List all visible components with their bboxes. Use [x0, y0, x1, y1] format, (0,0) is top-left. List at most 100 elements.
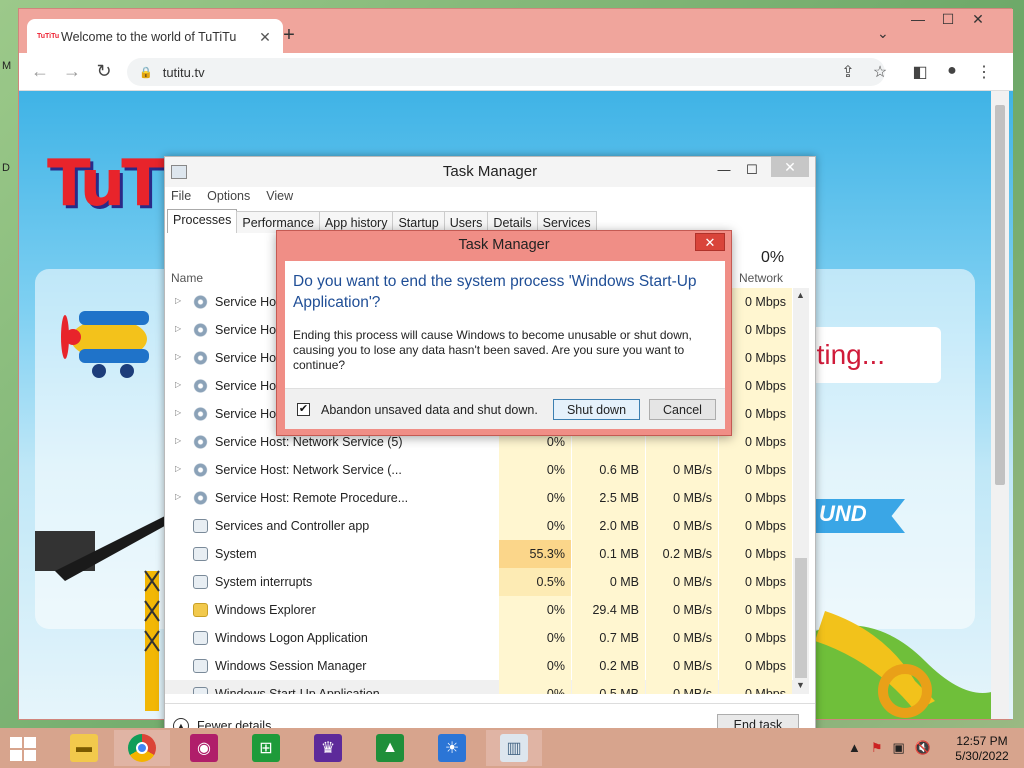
disk-cell: 0 MB/s	[646, 652, 718, 680]
chrome-icon[interactable]	[114, 730, 170, 766]
ribbon-banner: UND	[809, 499, 905, 533]
menu-options[interactable]: Options	[207, 189, 250, 203]
process-name: Windows Session Manager	[215, 659, 367, 673]
table-row[interactable]: ▷ Service Host: Network Service (... 0% 0.6…	[165, 456, 793, 484]
network-icon[interactable]: ▣	[893, 740, 905, 756]
service-gear-icon	[193, 295, 208, 309]
disk-cell: 0 MB/s	[646, 680, 718, 694]
cancel-button[interactable]: Cancel	[649, 399, 716, 420]
disk-cell: 0 MB/s	[646, 568, 718, 596]
volume-muted-icon[interactable]: 🔇	[915, 740, 931, 756]
dialog-close-button[interactable]: ✕	[695, 233, 725, 251]
table-row[interactable]: Windows Session Manager 0% 0.2 MB 0 MB/s 0 M…	[165, 652, 793, 680]
abandon-data-label[interactable]: Abandon unsaved data and shut down.	[321, 403, 538, 417]
network-cell: 0 Mbps	[719, 540, 792, 568]
file-explorer-icon[interactable]: ▬	[56, 730, 112, 766]
task-manager-icon	[171, 165, 187, 179]
expand-chevron-icon[interactable]: ▷	[175, 324, 181, 333]
back-icon[interactable]: ←	[29, 61, 51, 82]
tab-processes[interactable]: Processes	[167, 209, 238, 233]
expand-chevron-icon[interactable]: ▷	[175, 408, 181, 417]
app-window-icon	[193, 575, 208, 589]
column-name-header[interactable]: Name	[171, 271, 203, 285]
task-manager-taskbar-icon[interactable]: ▥	[486, 730, 542, 766]
menu-file[interactable]: File	[171, 189, 191, 203]
column-network-header[interactable]: Network	[739, 271, 783, 285]
expand-chevron-icon[interactable]: ▷	[175, 464, 181, 473]
disk-cell: 0 MB/s	[646, 624, 718, 652]
cpu-cell: 0%	[499, 596, 571, 624]
cpu-cell: 0%	[499, 484, 571, 512]
side-panel-icon[interactable]: ◧	[909, 62, 931, 82]
scroll-up-icon[interactable]: ▲	[796, 290, 805, 300]
store-icon[interactable]: ⊞	[238, 730, 294, 766]
disk-cell: 0 MB/s	[646, 484, 718, 512]
camera-app-icon[interactable]: ◉	[176, 730, 232, 766]
page-scrollbar[interactable]	[991, 91, 1009, 719]
tm-maximize-button[interactable]: ☐	[737, 159, 767, 181]
table-row[interactable]: ▷ Service Host: Remote Procedure... 0% 2.5 …	[165, 484, 793, 512]
new-tab-button[interactable]: +	[277, 24, 301, 47]
scroll-down-icon[interactable]: ▼	[796, 680, 805, 690]
cpu-cell: 0%	[499, 652, 571, 680]
tm-close-button[interactable]: ✕	[771, 157, 809, 177]
windows-start-icon[interactable]	[10, 737, 38, 761]
process-list-scrollbar[interactable]: ▲ ▼	[793, 288, 809, 694]
close-tab-icon[interactable]: ✕	[257, 29, 273, 46]
minimize-button[interactable]: —	[903, 11, 933, 27]
browser-toolbar: ← → ↻ 🔒 tutitu.tv ⇪ ☆ ◧ ● ⋮	[19, 53, 1013, 91]
lock-icon: 🔒	[139, 66, 153, 79]
table-row[interactable]: Windows Explorer 0% 29.4 MB 0 MB/s 0 Mbps	[165, 596, 793, 624]
network-cell: 0 Mbps	[719, 624, 792, 652]
app-window-icon	[193, 659, 208, 673]
weather-app-icon[interactable]: ☀	[424, 730, 480, 766]
menu-view[interactable]: View	[266, 189, 293, 203]
service-gear-icon	[193, 463, 208, 477]
tray-up-arrow-icon[interactable]: ▲	[848, 740, 861, 756]
table-row[interactable]: Services and Controller app 0% 2.0 MB 0 MB/…	[165, 512, 793, 540]
expand-chevron-icon[interactable]: ▷	[175, 296, 181, 305]
trophy-app-icon[interactable]: ♛	[300, 730, 356, 766]
expand-chevron-icon[interactable]: ▷	[175, 352, 181, 361]
table-row[interactable]: System interrupts 0.5% 0 MB 0 MB/s 0 Mbps	[165, 568, 793, 596]
network-cell: 0 Mbps	[719, 652, 792, 680]
forward-icon[interactable]: →	[61, 61, 83, 82]
process-name: Windows Logon Application	[215, 631, 368, 645]
star-icon[interactable]: ☆	[869, 62, 891, 82]
table-row[interactable]: Windows Start-Up Application 0% 0.5 MB 0 MB…	[165, 680, 793, 694]
maximize-button[interactable]: ☐	[933, 11, 963, 28]
share-icon[interactable]: ⇪	[837, 62, 859, 82]
memory-cell: 0.5 MB	[572, 680, 645, 694]
cpu-cell: 0.5%	[499, 568, 571, 596]
taskbar-clock[interactable]: 12:57 PM 5/30/2022	[944, 734, 1020, 764]
browser-tab[interactable]: TuTiTu Welcome to the world of TuTiTu ✕	[27, 19, 283, 55]
cpu-cell: 0%	[499, 456, 571, 484]
scroll-thumb[interactable]	[795, 558, 807, 678]
desktop-letter: D	[2, 162, 10, 174]
tm-minimize-button[interactable]: —	[709, 159, 739, 181]
dialog-main-instruction: Do you want to end the system process 'W…	[293, 273, 697, 311]
site-logo[interactable]: TuTi	[47, 147, 183, 221]
disk-cell: 0.2 MB/s	[646, 540, 718, 568]
expand-chevron-icon[interactable]: ▷	[175, 436, 181, 445]
memory-cell: 29.4 MB	[572, 596, 645, 624]
app-window-icon	[193, 519, 208, 533]
abandon-data-checkbox[interactable]: ✔	[297, 403, 310, 416]
close-window-button[interactable]: ✕	[963, 11, 993, 28]
address-bar[interactable]: 🔒 tutitu.tv	[127, 58, 885, 86]
profile-icon[interactable]: ●	[941, 62, 963, 80]
reload-icon[interactable]: ↻	[93, 61, 115, 82]
service-gear-icon	[193, 351, 208, 365]
table-row[interactable]: Windows Logon Application 0% 0.7 MB 0 MB/s 0…	[165, 624, 793, 652]
expand-chevron-icon[interactable]: ▷	[175, 380, 181, 389]
app-window-icon	[193, 547, 208, 561]
dialog-content-text: Ending this process will cause Windows t…	[293, 328, 692, 372]
menu-kebab-icon[interactable]: ⋮	[973, 62, 995, 82]
chevron-down-icon[interactable]: ⌄	[877, 25, 889, 42]
finance-app-icon[interactable]: ▲	[362, 730, 418, 766]
cpu-cell: 0%	[499, 624, 571, 652]
action-center-flag-icon[interactable]: ⚑	[871, 740, 883, 756]
shut-down-button[interactable]: Shut down	[553, 399, 640, 420]
expand-chevron-icon[interactable]: ▷	[175, 492, 181, 501]
table-row[interactable]: System 55.3% 0.1 MB 0.2 MB/s 0 Mbps	[165, 540, 793, 568]
